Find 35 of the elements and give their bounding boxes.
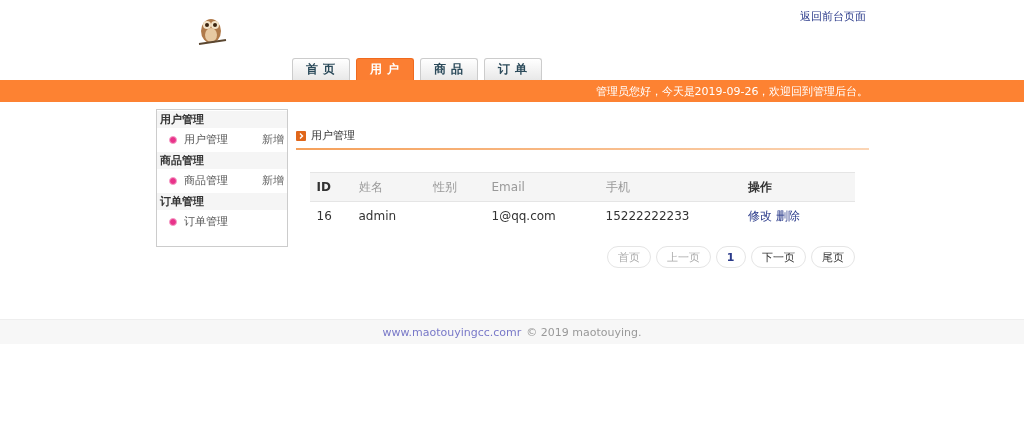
table-cell: 16 bbox=[316, 209, 332, 223]
sidebar-link[interactable]: 商品管理 bbox=[183, 173, 262, 188]
bullet-icon bbox=[168, 176, 177, 185]
sidebar-group-title: 用户管理 bbox=[156, 111, 287, 128]
pagination-button[interactable]: 1 bbox=[715, 246, 746, 268]
pagination-button[interactable]: 下一页 bbox=[750, 246, 806, 268]
column-header: 姓名 bbox=[351, 172, 426, 202]
back-to-frontend-link[interactable]: 返回前台页面 bbox=[799, 9, 866, 24]
add-link[interactable]: 新增 bbox=[261, 173, 284, 188]
nav-tab[interactable]: 订 单 bbox=[483, 58, 542, 80]
copyright-text: © 2019 maotouying. bbox=[526, 325, 642, 339]
add-link[interactable]: 新增 bbox=[261, 132, 284, 147]
greeting-text: 管理员您好，今天是2019-09-26，欢迎回到管理后台。 bbox=[595, 83, 869, 99]
sidebar-link[interactable]: 订单管理 bbox=[183, 214, 284, 229]
bullet-icon bbox=[168, 217, 177, 226]
section-title: 用户管理 bbox=[310, 128, 355, 143]
nav-tab[interactable]: 首 页 bbox=[291, 58, 350, 80]
sidebar-link[interactable]: 用户管理 bbox=[183, 132, 262, 147]
footer-link[interactable]: www.maotouyingcc.comr bbox=[382, 325, 522, 339]
column-header: 性别 bbox=[425, 172, 485, 202]
column-header: 手机 bbox=[598, 172, 741, 202]
pagination-button[interactable]: 尾页 bbox=[810, 246, 855, 268]
column-header: Email bbox=[484, 172, 599, 202]
column-header: 操作 bbox=[740, 172, 855, 202]
row-action-link[interactable]: 删除 bbox=[775, 208, 800, 223]
table-cell: 1@qq.com bbox=[491, 209, 556, 223]
bullet-icon bbox=[168, 135, 177, 144]
table-cell: 15222222233 bbox=[605, 209, 690, 223]
sidebar-group-title: 商品管理 bbox=[156, 152, 287, 169]
sidebar-group-title: 订单管理 bbox=[156, 193, 287, 210]
column-header: ID bbox=[309, 172, 352, 202]
arrow-box-icon bbox=[295, 130, 306, 141]
table-cell: admin bbox=[358, 209, 397, 223]
nav-tab[interactable]: 商 品 bbox=[419, 58, 478, 80]
row-action-link[interactable]: 修改 bbox=[747, 208, 772, 223]
